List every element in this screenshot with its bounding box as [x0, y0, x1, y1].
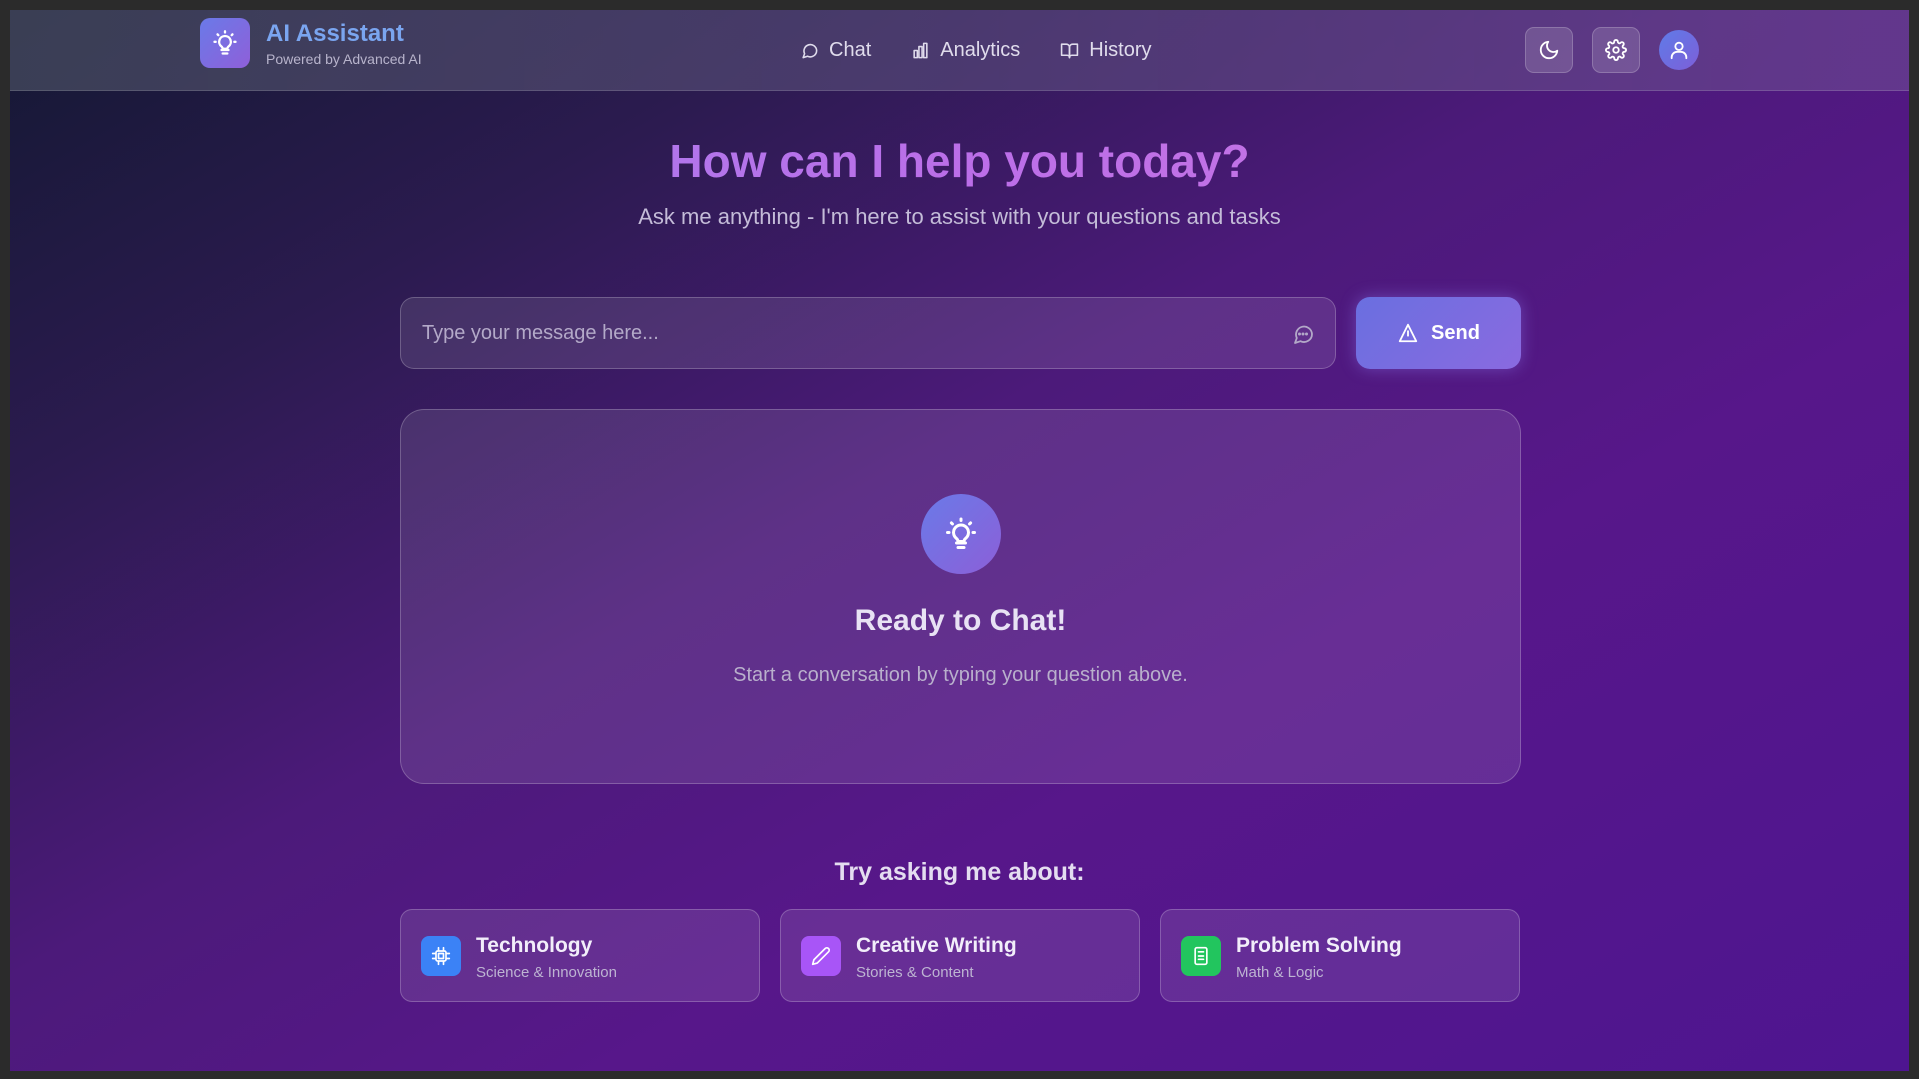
- nav-chat[interactable]: Chat: [800, 39, 871, 62]
- lightbulb-icon: [200, 18, 250, 68]
- app-subtitle: Powered by Advanced AI: [266, 51, 422, 67]
- user-icon: [1668, 39, 1690, 61]
- nav-history-label: History: [1089, 39, 1152, 61]
- chat-bubble-icon: [800, 41, 819, 60]
- top-navbar: AI Assistant Powered by Advanced AI Chat: [10, 10, 1909, 91]
- nav-history[interactable]: History: [1060, 39, 1152, 62]
- settings-button[interactable]: [1592, 27, 1640, 73]
- lightbulb-icon: [921, 494, 1001, 574]
- nav-chat-label: Chat: [829, 39, 872, 61]
- suggestion-technology[interactable]: Technology Science & Innovation: [400, 909, 760, 1002]
- suggestion-title: Technology: [476, 934, 593, 957]
- suggestion-subtitle: Science & Innovation: [476, 964, 617, 981]
- theme-toggle-button[interactable]: [1525, 27, 1573, 73]
- suggestion-title: Creative Writing: [856, 934, 1017, 957]
- nav-analytics-label: Analytics: [940, 39, 1021, 61]
- gear-icon: [1605, 39, 1627, 61]
- suggestions-heading: Try asking me about:: [834, 858, 1085, 886]
- suggestion-problem-solving[interactable]: Problem Solving Math & Logic: [1160, 909, 1520, 1002]
- book-icon: [1060, 41, 1079, 60]
- calculator-icon: [1181, 936, 1221, 976]
- empty-state-card: Ready to Chat! Start a conversation by t…: [400, 409, 1521, 784]
- cpu-chip-icon: [421, 936, 461, 976]
- message-input[interactable]: [401, 298, 1335, 368]
- user-avatar-button[interactable]: [1659, 30, 1699, 70]
- pencil-icon: [801, 936, 841, 976]
- nav-analytics[interactable]: Analytics: [911, 39, 1020, 62]
- bar-chart-icon: [911, 41, 930, 60]
- message-input-container: [400, 297, 1336, 369]
- empty-state-subtitle: Start a conversation by typing your ques…: [733, 664, 1188, 686]
- suggestion-title: Problem Solving: [1236, 934, 1402, 957]
- suggestion-subtitle: Stories & Content: [856, 964, 974, 981]
- send-label: Send: [1431, 321, 1480, 344]
- app-window: AI Assistant Powered by Advanced AI Chat: [10, 10, 1909, 1071]
- empty-state-title: Ready to Chat!: [854, 604, 1067, 637]
- send-button[interactable]: Send: [1356, 297, 1521, 369]
- suggestion-subtitle: Math & Logic: [1236, 964, 1324, 981]
- main-nav: Chat Analytics History: [800, 10, 1192, 91]
- send-triangle-icon: [1397, 322, 1419, 344]
- chat-bubble-icon: [1291, 322, 1315, 351]
- suggestion-creative-writing[interactable]: Creative Writing Stories & Content: [780, 909, 1140, 1002]
- moon-icon: [1538, 39, 1560, 61]
- app-title: AI Assistant: [266, 20, 404, 47]
- brand[interactable]: AI Assistant Powered by Advanced AI: [200, 18, 422, 68]
- hero-title: How can I help you today?: [10, 133, 1909, 189]
- header-actions: [1525, 27, 1699, 73]
- hero-subtitle: Ask me anything - I'm here to assist wit…: [638, 204, 1281, 229]
